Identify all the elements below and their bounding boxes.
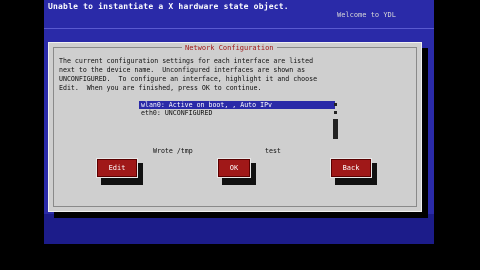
console-screen: { "top_message": "Unable to instantiate … <box>0 0 480 270</box>
header-divider <box>44 28 434 29</box>
help-bar <box>44 214 434 244</box>
error-message: Unable to instantiate a X hardware state… <box>48 2 289 11</box>
ok-button[interactable]: OK <box>217 158 251 178</box>
dialog-title: Network Configuration <box>182 44 277 52</box>
network-configuration-dialog: Network Configuration The current config… <box>48 42 422 212</box>
back-button[interactable]: Back <box>330 158 372 178</box>
status-text-left: Wrote /tmp <box>153 147 193 155</box>
scroll-thumb[interactable] <box>333 119 338 139</box>
dialog-description: The current configuration settings for e… <box>59 57 318 92</box>
status-text-right: test <box>265 147 281 155</box>
scroll-up-marker <box>334 103 337 106</box>
scroll-marker <box>334 111 337 114</box>
welcome-title: Welcome to YDL <box>336 11 396 19</box>
interface-item-eth0[interactable]: eth0: UNCONFIGURED <box>139 109 335 117</box>
interface-list[interactable]: wlan0: Active on boot, , Auto IPv eth0: … <box>139 101 335 141</box>
edit-button[interactable]: Edit <box>96 158 138 178</box>
interface-list-scrollbar[interactable] <box>333 101 338 147</box>
interface-item-wlan0[interactable]: wlan0: Active on boot, , Auto IPv <box>139 101 335 109</box>
